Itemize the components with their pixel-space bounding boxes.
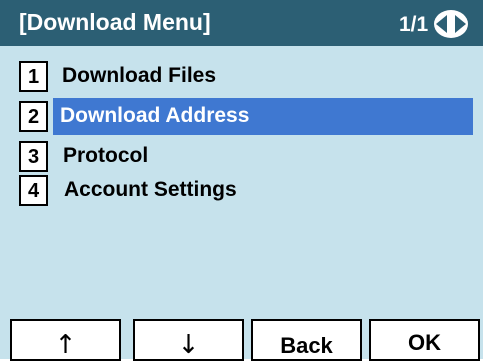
menu-item-download-files[interactable]: 1 Download Files (0, 61, 483, 99)
phone-display: [Download Menu] 1/1 1 Download Files 2 D… (0, 0, 483, 361)
menu-title: [Download Menu] (19, 9, 211, 35)
softkey-label: Back (280, 333, 333, 358)
up-arrow-icon: ↑ (54, 330, 77, 360)
softkey-down-button[interactable]: ↓ (133, 319, 244, 361)
down-arrow-icon: ↓ (177, 330, 200, 360)
menu-item-number: 4 (19, 175, 48, 206)
menu-item-number: 1 (19, 61, 48, 92)
softkey-label: OK (408, 330, 441, 355)
softkey-up-button[interactable]: ↑ (10, 319, 121, 361)
menu-item-account-settings[interactable]: 4 Account Settings (0, 175, 483, 213)
menu-item-label: Download Files (62, 64, 217, 87)
menu-item-label: Protocol (63, 144, 149, 167)
softkey-back-button[interactable]: Back (251, 319, 362, 361)
page-indicator: 1/1 (399, 13, 429, 36)
softkey-ok-button[interactable]: OK (369, 319, 480, 361)
menu-item-protocol[interactable]: 3 Protocol (0, 141, 483, 179)
header-bar: [Download Menu] 1/1 (0, 0, 483, 46)
menu-item-number: 2 (19, 101, 48, 132)
menu-item-label: Account Settings (64, 178, 237, 201)
menu-item-download-address[interactable]: 2 Download Address (0, 98, 483, 139)
left-right-arrows-icon (434, 10, 468, 38)
menu-item-label: Download Address (60, 104, 250, 127)
menu-item-number: 3 (19, 141, 48, 172)
